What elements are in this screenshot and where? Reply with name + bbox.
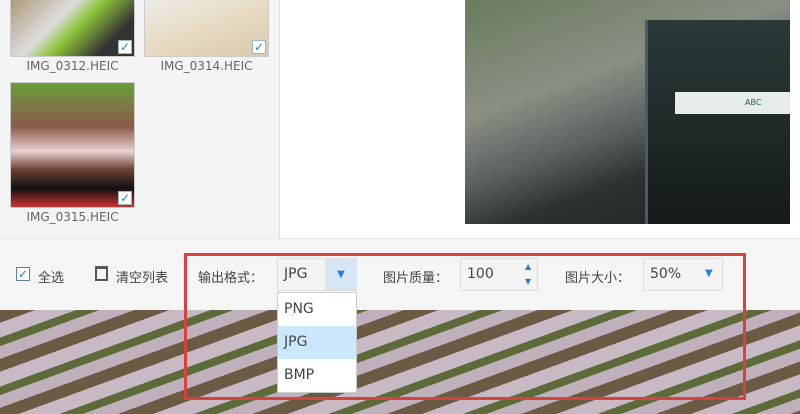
file-name: IMG_0315.HEIC: [26, 210, 119, 224]
thumbnail-img-0315[interactable]: ✓: [10, 82, 135, 208]
clear-list-button[interactable]: 清空列表: [116, 267, 168, 286]
trash-icon[interactable]: [95, 266, 108, 281]
thumbnail-img-0312[interactable]: ✓: [10, 0, 135, 57]
file-list-panel: ✓ IMG_0312.HEIC ✓ IMG_0314.HEIC ✓ IMG_03…: [0, 0, 280, 238]
select-all-label[interactable]: 全选: [38, 267, 64, 286]
check-icon[interactable]: ✓: [252, 40, 266, 54]
thumbnail-img-0314[interactable]: ✓: [144, 0, 269, 57]
select-all-checkbox[interactable]: ✓: [16, 267, 30, 281]
file-name: IMG_0314.HEIC: [160, 59, 253, 73]
highlight-box: [184, 253, 746, 400]
check-icon[interactable]: ✓: [118, 40, 132, 54]
file-name: IMG_0312.HEIC: [26, 59, 119, 73]
preview-building: [645, 20, 790, 224]
preview-sign: ABC: [675, 92, 790, 114]
check-icon[interactable]: ✓: [118, 191, 132, 205]
